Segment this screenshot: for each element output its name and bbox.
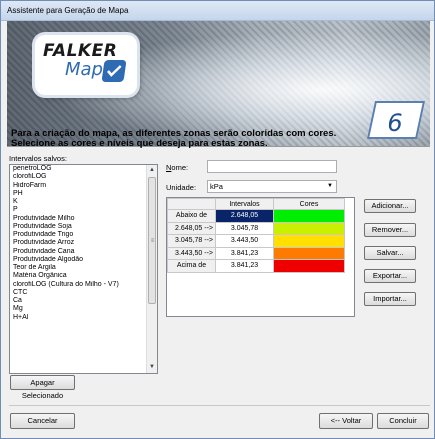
- list-item[interactable]: PH: [10, 190, 147, 198]
- list-item[interactable]: Produtividade Arroz: [10, 239, 147, 247]
- finish-button[interactable]: Concluir: [377, 413, 429, 429]
- zone-range-label: 3.045,78 -->: [167, 234, 216, 248]
- list-item[interactable]: Teor de Argila: [10, 264, 147, 272]
- list-item[interactable]: Ca: [10, 297, 147, 305]
- add-button[interactable]: Adicionar...: [364, 199, 416, 213]
- list-item[interactable]: HidroFarm: [10, 182, 147, 190]
- arrow-up-icon[interactable]: ▲: [147, 165, 157, 176]
- zone-range-label: Abaixo de: [167, 209, 216, 223]
- list-item[interactable]: K: [10, 198, 147, 206]
- grip-icon: ≡: [150, 238, 155, 244]
- list-scrollbar[interactable]: ▲ ≡ ▼: [146, 165, 157, 373]
- zones-table: Intervalos Cores Abaixo de 2.648,05 2.648,…: [167, 198, 345, 273]
- name-label: Nome:: [166, 163, 189, 172]
- zone-interval-cell[interactable]: 3.841,23: [215, 246, 274, 260]
- name-field[interactable]: [207, 160, 337, 173]
- import-button[interactable]: Importar...: [364, 292, 416, 306]
- list-item[interactable]: Produtividade Milho: [10, 215, 147, 223]
- list-item[interactable]: Matéria Orgânica: [10, 272, 147, 280]
- zone-color-cell[interactable]: [273, 234, 345, 248]
- zone-row[interactable]: 3.443,50 --> 3.841,23: [167, 246, 345, 260]
- zone-row[interactable]: 2.648,05 --> 3.045,78: [167, 221, 345, 235]
- zone-color-cell[interactable]: [273, 221, 345, 235]
- list-item[interactable]: P: [10, 206, 147, 214]
- zone-interval-cell[interactable]: 3.443,50: [215, 234, 274, 248]
- chevron-down-icon: ▼: [327, 183, 333, 189]
- window-title: Assistente para Geração de Mapa: [7, 6, 129, 15]
- list-item[interactable]: clorofiLOG: [10, 173, 147, 181]
- header-intervals: Intervalos: [215, 198, 274, 210]
- wizard-window: Assistente para Geração de Mapa FALKER M…: [0, 0, 435, 439]
- list-item[interactable]: CTC: [10, 289, 147, 297]
- unit-label: Unidade:: [166, 183, 197, 192]
- list-item[interactable]: penetroLOG: [10, 165, 147, 173]
- unit-select[interactable]: kPa ▼: [207, 180, 337, 193]
- list-item[interactable]: Produtividade Algodão: [10, 256, 147, 264]
- unit-select-value: kPa: [210, 182, 223, 191]
- header-colors: Cores: [273, 198, 345, 210]
- list-item[interactable]: Produtividade Soja: [10, 223, 147, 231]
- export-button[interactable]: Exportar...: [364, 269, 416, 283]
- zone-row[interactable]: Abaixo de 2.648,05: [167, 209, 345, 223]
- scrollbar-thumb[interactable]: ≡: [148, 177, 156, 304]
- zone-range-label: 3.443,50 -->: [167, 246, 216, 260]
- zone-color-cell[interactable]: [273, 259, 345, 273]
- zone-interval-cell[interactable]: 2.648,05: [215, 209, 274, 223]
- logo-product-text: Map: [65, 59, 103, 80]
- map-emblem-icon: [101, 60, 127, 82]
- zone-range-label: 2.648,05 -->: [167, 221, 216, 235]
- falker-map-logo: FALKER Map: [35, 35, 137, 95]
- footer-divider: [9, 405, 430, 406]
- instruction-line-2: Selecione as cores e níveis que deseja p…: [11, 138, 268, 149]
- saved-intervals-list[interactable]: penetroLOG clorofiLOG HidroFarm PH K P Produti…: [9, 164, 158, 374]
- zones-grid: Intervalos Cores Abaixo de 2.648,05 2.648,…: [166, 197, 355, 317]
- list-item[interactable]: H+Al: [10, 314, 147, 322]
- arrow-down-icon[interactable]: ▼: [147, 362, 157, 373]
- list-item[interactable]: clorofiLOG (Cultura do Milho - V7): [10, 281, 147, 289]
- header-corner: [167, 198, 216, 210]
- list-item[interactable]: Mg: [10, 305, 147, 313]
- back-button[interactable]: <-- Voltar: [319, 413, 373, 429]
- remove-button[interactable]: Remover...: [364, 223, 416, 237]
- zone-interval-cell[interactable]: 3.045,78: [215, 221, 274, 235]
- saved-intervals-items: penetroLOG clorofiLOG HidroFarm PH K P Produti…: [10, 165, 147, 322]
- cancel-button[interactable]: Cancelar: [10, 413, 75, 429]
- instruction-text: Para a criação do mapa, as diferentes zo…: [11, 129, 426, 149]
- saved-intervals-label: Intervalos salvos:: [9, 154, 67, 163]
- list-item[interactable]: Produtividade Cana: [10, 248, 147, 256]
- delete-selected-button[interactable]: Apagar Selecionado: [10, 375, 75, 400]
- list-item[interactable]: Produtividade Trigo: [10, 231, 147, 239]
- title-bar: Assistente para Geração de Mapa: [1, 1, 434, 21]
- zone-interval-cell[interactable]: 3.841,23: [215, 259, 274, 273]
- zone-row[interactable]: Acima de 3.841,23: [167, 259, 345, 273]
- zone-color-cell[interactable]: [273, 246, 345, 260]
- zone-color-cell[interactable]: [273, 209, 345, 223]
- zones-header-row: Intervalos Cores: [167, 198, 345, 210]
- logo-brand-text: FALKER: [43, 41, 118, 61]
- save-button[interactable]: Salvar...: [364, 246, 416, 260]
- zone-row[interactable]: 3.045,78 --> 3.443,50: [167, 234, 345, 248]
- zone-range-label: Acima de: [167, 259, 216, 273]
